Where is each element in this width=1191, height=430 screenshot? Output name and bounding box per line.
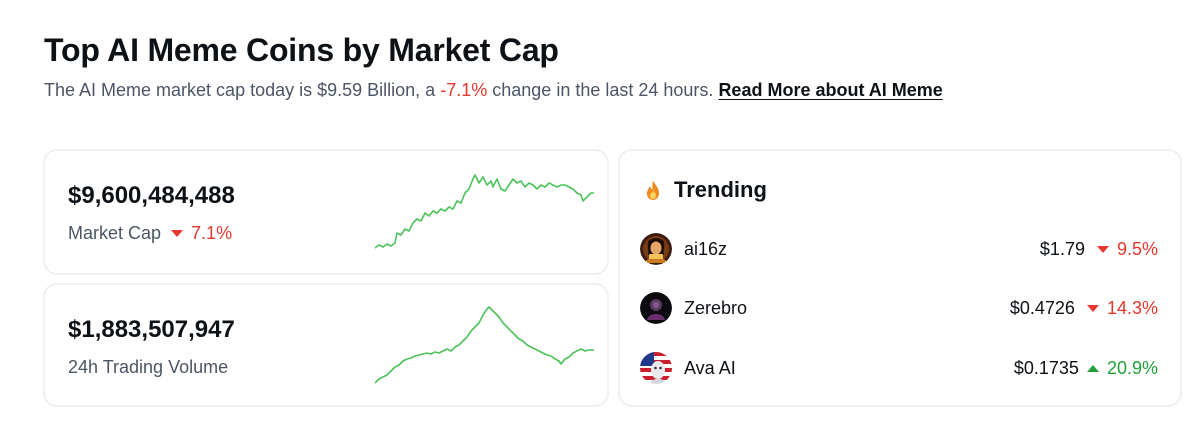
read-more-link[interactable]: Read More about AI Meme [718, 80, 942, 100]
trading-volume-value: $1,883,507,947 [68, 316, 235, 343]
trading-volume-card: $1,883,507,947 24h Trading Volume [43, 283, 609, 407]
trending-item-left: Ava AI [640, 352, 736, 384]
coin-name: Ava AI [684, 357, 736, 378]
trending-item-right: $0.1735 20.9% [1014, 358, 1158, 379]
subtitle-prefix: The AI Meme market cap today is $9.59 Bi… [44, 80, 436, 100]
fire-icon [647, 180, 659, 200]
coin-name: Zerebro [684, 297, 748, 318]
subtitle-change: -7.1% [440, 80, 488, 100]
trending-item-right: $1.79 9.5% [1040, 239, 1158, 260]
coin-change: 14.3% [1106, 297, 1158, 318]
coin-price: $0.4726 [1009, 297, 1075, 318]
market-cap-card: $9,600,484,488 Market Cap 7.1% [43, 149, 609, 275]
coin-change: 9.5% [1116, 238, 1158, 259]
trending-header: Trending [644, 177, 767, 203]
trading-volume-sparkline [375, 306, 594, 384]
caret-down-icon [1096, 245, 1109, 253]
coin-name: ai16z [684, 238, 728, 259]
page-title: Top AI Meme Coins by Market Cap [44, 32, 559, 68]
caret-up-icon [1086, 364, 1099, 372]
market-cap-label: Market Cap [68, 223, 162, 243]
market-cap-label-row: Market Cap 7.1% [68, 223, 232, 244]
caret-down-icon [171, 230, 184, 237]
trending-item[interactable]: Zerebro $0.4726 14.3% [640, 290, 1158, 326]
trending-item-left: Zerebro [640, 292, 747, 324]
zerebro-avatar [640, 292, 672, 324]
page: Top AI Meme Coins by Market Cap The AI M… [0, 0, 1191, 430]
subtitle-suffix: change in the last 24 hours. [492, 80, 714, 100]
trending-item[interactable]: ai16z $1.79 9.5% [640, 231, 1158, 267]
ava-ai-avatar [640, 352, 672, 384]
coin-price: $1.79 [1039, 238, 1085, 259]
trending-item[interactable]: Ava AI $0.1735 20.9% [640, 350, 1158, 386]
market-cap-sparkline [375, 174, 594, 249]
ai16z-avatar [640, 233, 672, 265]
coin-change: 20.9% [1106, 357, 1158, 378]
trending-item-left: ai16z [640, 233, 727, 265]
page-subtitle: The AI Meme market cap today is $9.59 Bi… [44, 80, 943, 101]
trading-volume-label: 24h Trading Volume [68, 357, 229, 377]
market-cap-value: $9,600,484,488 [68, 182, 235, 209]
trending-item-right: $0.4726 14.3% [1010, 298, 1158, 319]
caret-down-icon [1086, 304, 1099, 312]
trending-card: Trending ai16z $1.79 9.5% Zerebro $0.472… [618, 149, 1182, 407]
trending-title: Trending [674, 177, 767, 202]
coin-price: $0.1735 [1013, 357, 1079, 378]
market-cap-change: 7.1% [191, 223, 233, 243]
